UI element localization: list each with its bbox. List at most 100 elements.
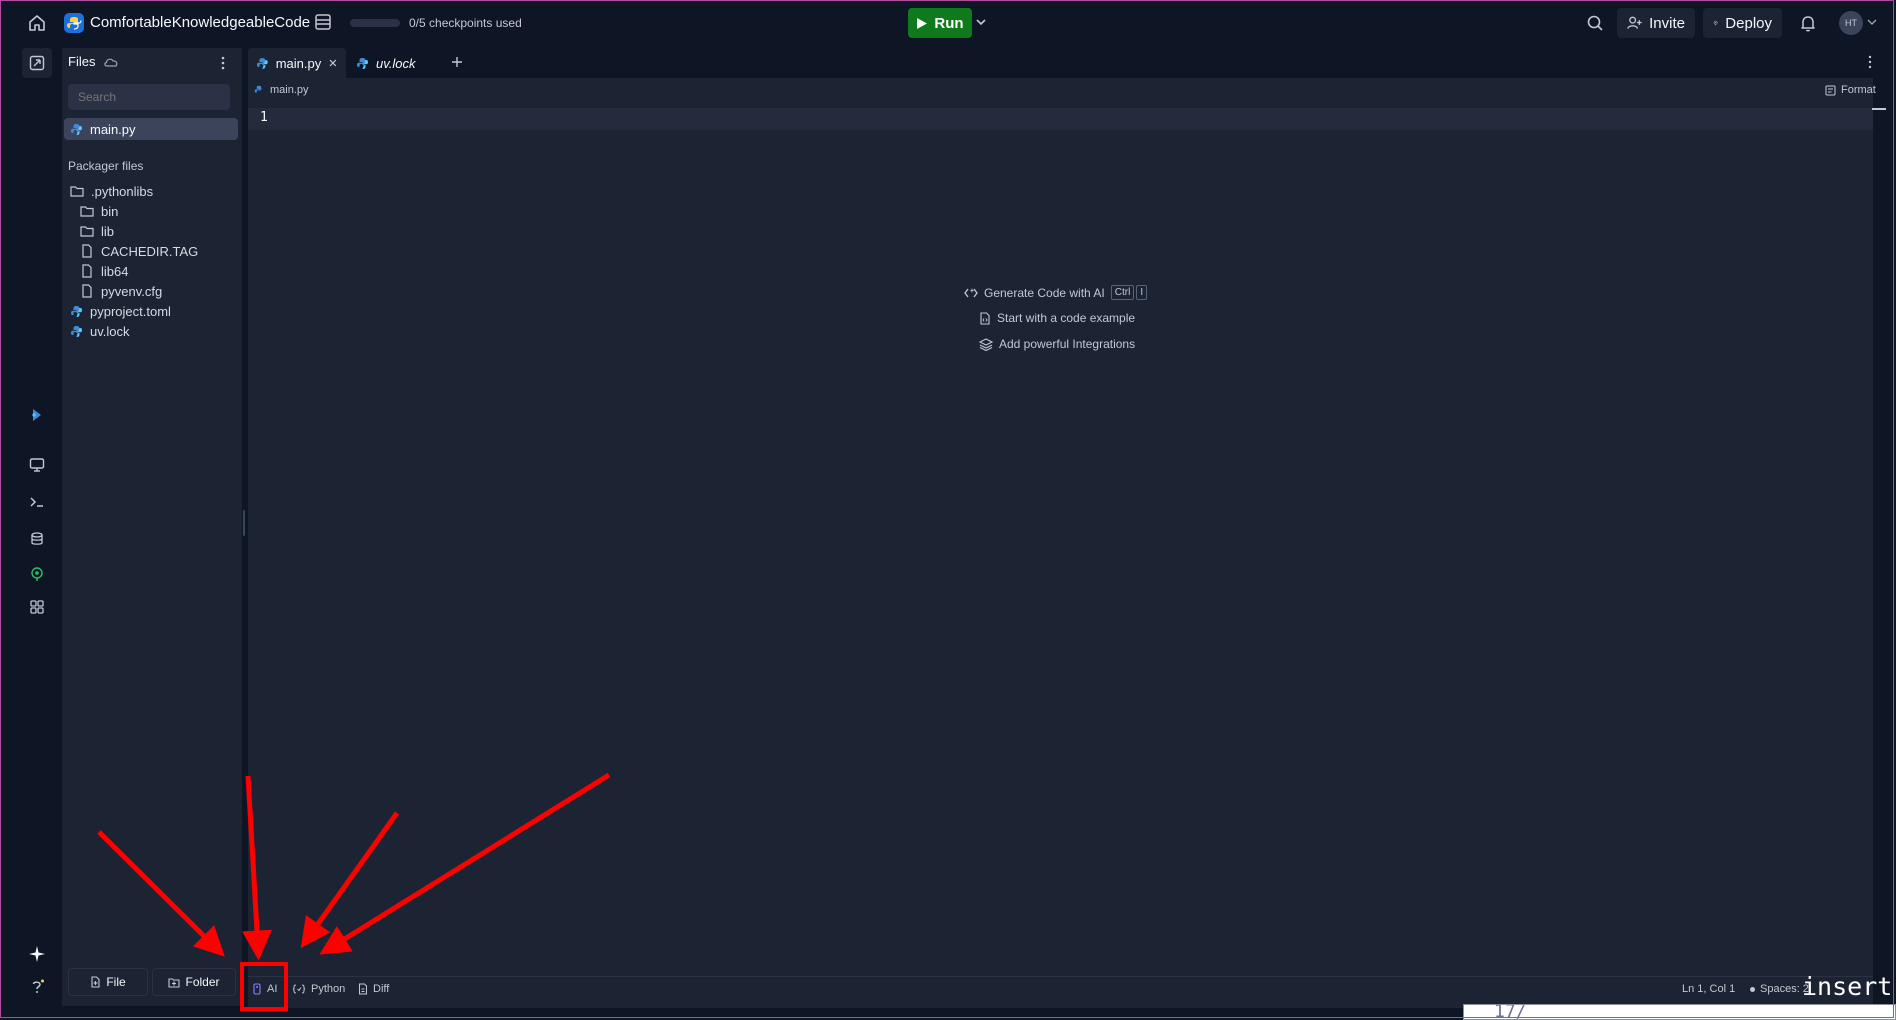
database-tool-icon[interactable]: [22, 524, 52, 554]
tree-item-bin[interactable]: bin: [64, 200, 238, 222]
run-button[interactable]: Run: [908, 8, 972, 38]
invite-button-label: Invite: [1649, 14, 1685, 32]
account-chevron-down-icon[interactable]: [1866, 15, 1878, 29]
annotation-highlight-box: [240, 962, 288, 1011]
search-icon[interactable]: [1585, 13, 1605, 33]
folder-plus-icon: [168, 977, 181, 988]
agent-tool-icon[interactable]: [22, 400, 52, 430]
python-file-icon: [256, 57, 268, 69]
panel-resize-handle[interactable]: [243, 510, 245, 536]
tree-item-pyvenv-cfg[interactable]: pyvenv.cfg: [64, 280, 238, 302]
deploy-button[interactable]: Deploy: [1703, 8, 1782, 38]
code-file-icon: [980, 311, 990, 325]
editor-mode-indicator: insert: [1802, 972, 1893, 1001]
layers-icon: [979, 337, 993, 351]
diff-status-label: Diff: [373, 983, 390, 995]
checkpoints-count: 0/5 checkpoints used: [409, 16, 522, 30]
tree-item-uv-lock[interactable]: uv.lock: [64, 320, 238, 342]
repl-name[interactable]: ComfortableKnowledgeableCode: [90, 14, 310, 31]
generate-ai-hint[interactable]: Generate Code with AI Ctrl I: [964, 285, 1148, 300]
kbd-ctrl: Ctrl: [1110, 285, 1135, 300]
file-search-input[interactable]: [68, 84, 230, 110]
file-icon: [82, 264, 92, 278]
tab-options-icon[interactable]: [1866, 54, 1874, 70]
diff-icon: [359, 983, 367, 995]
webview-tool-icon[interactable]: [22, 450, 52, 480]
tool-rail: [0, 46, 58, 1008]
tab-uv-lock[interactable]: uv.lock: [348, 48, 438, 78]
tab-main-py[interactable]: main.py: [248, 48, 346, 78]
folder-icon: [80, 226, 94, 237]
file-item-main-py[interactable]: main.py: [64, 118, 238, 140]
tree-item-label: pyvenv.cfg: [101, 283, 163, 299]
integrations-label: Add powerful Integrations: [999, 337, 1136, 351]
notifications-bell-icon[interactable]: [1798, 13, 1818, 33]
add-user-icon: [1627, 16, 1642, 29]
status-dot-icon: [1750, 986, 1755, 992]
tree-item-label: uv.lock: [90, 323, 130, 339]
python-file-icon: [254, 85, 262, 93]
ai-code-icon: [964, 287, 978, 297]
tree-item-cachedir-tag[interactable]: CACHEDIR.TAG: [64, 240, 238, 262]
deploy-icon: [1713, 20, 1718, 26]
tree-item-pyproject-toml[interactable]: pyproject.toml: [64, 300, 238, 322]
shell-tool-icon[interactable]: [22, 487, 52, 517]
scrollbar-marker: [1872, 108, 1886, 110]
run-button-label: Run: [934, 14, 964, 32]
folder-icon: [80, 206, 94, 217]
editor-status-bar: AI Python Diff Ln 1, Col 1 Spaces: 2: [248, 976, 1873, 1002]
play-icon: [917, 17, 928, 29]
run-options-chevron-down-icon[interactable]: [974, 14, 988, 30]
new-file-button[interactable]: File: [68, 968, 148, 996]
files-panel-title: Files: [68, 54, 96, 69]
checkpoints-progress-bar: [350, 19, 400, 27]
folder-icon: [70, 186, 84, 197]
packager-files-label: Packager files: [68, 159, 144, 173]
files-tool-icon[interactable]: [22, 48, 52, 78]
new-folder-button-label: Folder: [185, 975, 220, 989]
help-icon[interactable]: [22, 972, 52, 1002]
editor-pane: main.py uv.lock main.py Format 1 Generat…: [248, 46, 1886, 1008]
editor-tab-bar: main.py uv.lock: [248, 46, 1873, 78]
user-avatar[interactable]: HT: [1839, 11, 1863, 35]
diff-status-button[interactable]: Diff: [358, 983, 389, 995]
ai-sparkle-icon[interactable]: [22, 939, 52, 969]
add-tab-plus-icon[interactable]: [450, 55, 464, 69]
format-icon: [1825, 85, 1836, 95]
deploy-button-label: Deploy: [1725, 14, 1772, 32]
generate-ai-label: Generate Code with AI: [984, 285, 1105, 300]
top-bar: ComfortableKnowledgeableCode 0/5 checkpo…: [0, 0, 1896, 46]
deployments-tool-icon[interactable]: [22, 559, 52, 589]
files-more-options-icon[interactable]: [215, 54, 231, 72]
files-panel-header: Files: [68, 54, 119, 69]
format-button[interactable]: Format: [1825, 84, 1876, 96]
breadcrumb: main.py: [254, 84, 309, 96]
close-tab-icon[interactable]: [328, 58, 338, 68]
tree-item-label: CACHEDIR.TAG: [101, 243, 199, 259]
breadcrumb-file[interactable]: main.py: [270, 84, 309, 96]
integrations-hint[interactable]: Add powerful Integrations: [979, 337, 1135, 351]
python-file-icon: [71, 305, 82, 317]
code-brackets-icon: [292, 984, 306, 994]
invite-button[interactable]: Invite: [1617, 8, 1695, 38]
line-number: 1: [260, 110, 268, 125]
cursor-position[interactable]: Ln 1, Col 1: [1682, 983, 1735, 995]
language-status-button[interactable]: Python: [292, 983, 345, 995]
tree-item-lib[interactable]: lib: [64, 220, 238, 242]
all-tools-grid-icon[interactable]: [22, 592, 52, 622]
file-icon: [82, 284, 92, 298]
language-status-label: Python: [311, 983, 346, 995]
file-plus-icon: [91, 976, 100, 988]
new-file-button-label: File: [106, 975, 126, 989]
overlay-panel: 17/: [1463, 1004, 1896, 1020]
tree-item-pythonlibs[interactable]: .pythonlibs: [64, 180, 238, 202]
checkpoints-icon[interactable]: [314, 13, 332, 31]
code-example-hint[interactable]: Start with a code example: [979, 311, 1135, 325]
home-icon[interactable]: [27, 13, 47, 33]
repl-language-icon: [64, 13, 84, 33]
new-folder-button[interactable]: Folder: [152, 968, 236, 996]
tree-item-lib64[interactable]: lib64: [64, 260, 238, 282]
indent-status-button[interactable]: Spaces: 2: [1750, 983, 1809, 995]
tree-item-label: pyproject.toml: [90, 303, 171, 319]
current-line-highlight: [248, 108, 1873, 130]
